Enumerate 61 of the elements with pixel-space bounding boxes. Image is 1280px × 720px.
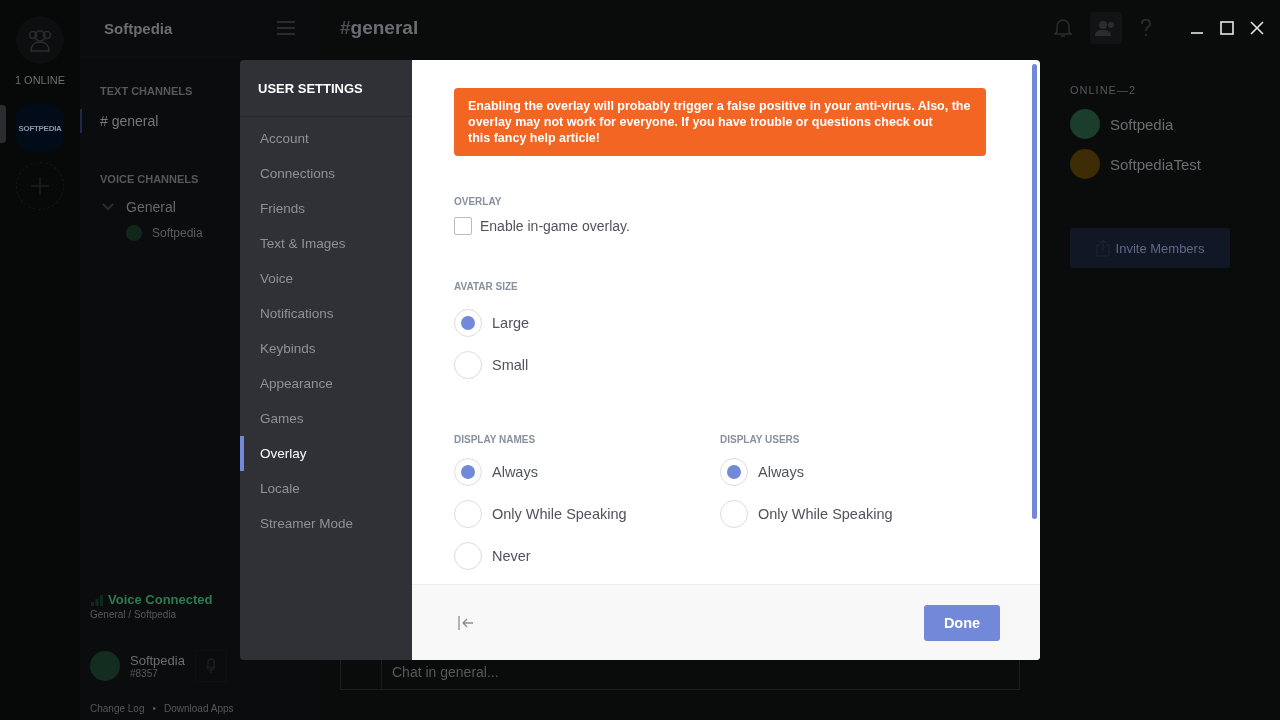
chevron-icon[interactable] [102, 202, 114, 212]
member-name[interactable]: Softpedia [1110, 115, 1174, 133]
server-name: Softpedia [104, 19, 173, 37]
settings-nav-item[interactable]: Notifications [240, 296, 412, 331]
settings-nav-item[interactable]: Streamer Mode [240, 506, 412, 541]
invite-button[interactable]: Invite Members [1070, 228, 1230, 268]
changelog-link[interactable]: Change Log [90, 703, 145, 714]
voice-channel[interactable]: General [126, 199, 176, 215]
people-icon [1095, 20, 1117, 36]
user-avatar [126, 225, 142, 241]
radio-label: Always [492, 464, 538, 480]
radio-label: Large [492, 315, 530, 331]
user-avatar [90, 651, 120, 681]
settings-nav-item[interactable]: Text & Images [240, 226, 412, 261]
signal-icon [90, 593, 104, 606]
member-name[interactable]: SoftpediaTest [1110, 155, 1201, 173]
radio-label: Small [492, 357, 529, 373]
close-icon[interactable] [1250, 21, 1264, 35]
help-link[interactable]: this fancy help article! [468, 131, 600, 145]
section-title: TEXT CHANNELS [100, 85, 193, 97]
settings-nav-item[interactable]: Voice [240, 261, 412, 296]
server-icon[interactable]: SOFTPEDIA [16, 104, 64, 152]
settings-nav-item[interactable]: Appearance [240, 366, 412, 401]
section-title: DISPLAY USERS [720, 434, 801, 445]
channel-title: #general [340, 17, 419, 39]
server-header[interactable]: Softpedia [80, 0, 320, 57]
radio-label: Never [492, 548, 531, 564]
download-link[interactable]: Download Apps [164, 703, 234, 714]
channel-item[interactable]: # general [80, 109, 177, 133]
radio-label: Always [758, 464, 804, 480]
settings-nav-item[interactable]: Games [240, 401, 412, 436]
maximize-icon[interactable] [1220, 21, 1234, 35]
section-title: DISPLAY NAMES [454, 434, 537, 445]
members-title: ONLINE—2 [1070, 84, 1137, 96]
logout-icon[interactable] [456, 614, 474, 631]
checkbox[interactable] [454, 217, 472, 235]
separator-dot: • [152, 703, 156, 714]
help-icon[interactable] [1140, 19, 1152, 37]
voice-status: Voice Connected [108, 592, 213, 607]
menu-icon[interactable] [276, 20, 296, 36]
settings-nav-item[interactable]: Friends [240, 191, 412, 226]
friends-button[interactable] [16, 16, 64, 64]
voice-location: General / Softpedia [90, 609, 178, 620]
radio-label: Only While Speaking [758, 506, 893, 522]
done-button[interactable]: Done [924, 604, 1000, 641]
section-title: OVERLAY [454, 196, 503, 207]
section-title: VOICE CHANNELS [100, 173, 199, 185]
username: Softpedia [130, 653, 185, 668]
members-button[interactable] [1090, 12, 1122, 44]
bell-icon[interactable] [1054, 18, 1072, 38]
checkbox-label: Enable in-game overlay. [480, 218, 630, 234]
user-tag: #8357 [130, 668, 185, 679]
settings-nav-item[interactable]: Account [240, 121, 412, 156]
radio-label: Only While Speaking [492, 506, 627, 522]
voice-user: Softpedia [152, 226, 203, 240]
settings-nav-item[interactable]: Locale [240, 471, 412, 506]
scrollbar[interactable] [1032, 64, 1037, 519]
section-title: AVATAR SIZE [454, 281, 519, 292]
online-count: 1 ONLINE [14, 74, 66, 86]
settings-nav-item[interactable]: Connections [240, 156, 412, 191]
settings-nav-item[interactable]: Keybinds [240, 331, 412, 366]
